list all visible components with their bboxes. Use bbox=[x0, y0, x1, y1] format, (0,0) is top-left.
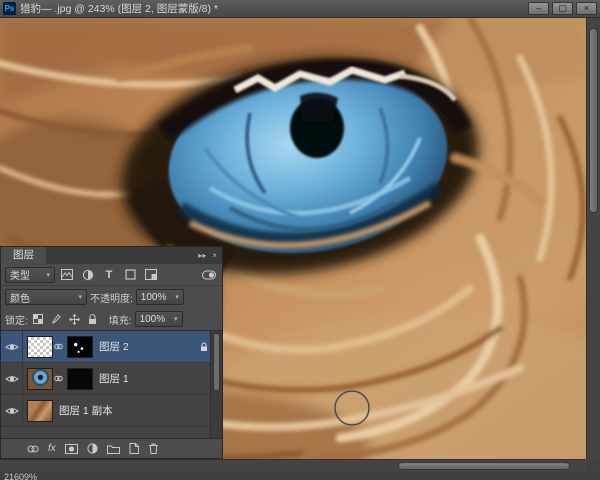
restore-button[interactable]: ▢ bbox=[552, 2, 573, 15]
blend-mode-dropdown[interactable]: 颜色 ▾ bbox=[5, 289, 87, 305]
mask-link-icon bbox=[53, 343, 63, 350]
layer-mask-thumbnail[interactable] bbox=[67, 368, 93, 390]
layer-list: 图层 2 图层 1 图 bbox=[1, 330, 222, 438]
filter-type-label: 类型 bbox=[10, 267, 30, 282]
chevron-down-icon: ▾ bbox=[175, 293, 179, 301]
layer-name[interactable]: 图层 1 副本 bbox=[59, 403, 113, 418]
delete-layer-icon[interactable] bbox=[148, 443, 159, 454]
layers-panel-toolbar: fx bbox=[1, 438, 222, 458]
layer-mask-thumbnail[interactable] bbox=[67, 336, 93, 358]
lock-fill-row: 锁定: 填充: 100% ▾ bbox=[1, 308, 222, 330]
layer-filter-row: 类型 ▾ T bbox=[1, 264, 222, 286]
lock-all-icon[interactable] bbox=[85, 311, 100, 327]
panel-close-icon[interactable]: × bbox=[212, 251, 217, 260]
window-controls: – ▢ × bbox=[528, 2, 597, 15]
blend-mode-value: 颜色 bbox=[10, 290, 30, 305]
eye-icon bbox=[5, 406, 19, 416]
scrollbar-corner bbox=[586, 459, 600, 472]
photoshop-window: Ps 猎豹— .jpg @ 243% (图层 2, 图层蒙版/8) * – ▢ … bbox=[0, 0, 600, 480]
visibility-toggle[interactable] bbox=[1, 363, 23, 394]
mask-link-icon bbox=[53, 375, 63, 382]
status-bar: 21609% bbox=[0, 472, 600, 480]
opacity-label: 不透明度: bbox=[90, 290, 133, 305]
layer-list-scrollbar[interactable] bbox=[210, 331, 222, 438]
horizontal-scrollbar[interactable] bbox=[0, 459, 586, 472]
adjustment-layer-filter-icon[interactable] bbox=[79, 267, 97, 283]
layer-style-icon[interactable]: fx bbox=[48, 443, 56, 454]
visibility-toggle[interactable] bbox=[1, 331, 23, 362]
eye-icon bbox=[5, 342, 19, 352]
tab-layers[interactable]: 图层 bbox=[1, 247, 46, 264]
layer-row-layer1-copy[interactable]: 图层 1 副本 bbox=[1, 395, 222, 427]
lock-transparency-icon[interactable] bbox=[31, 311, 46, 327]
layer-name[interactable]: 图层 1 bbox=[99, 371, 129, 386]
lock-position-icon[interactable] bbox=[67, 311, 82, 327]
layer-thumbnail[interactable] bbox=[27, 336, 53, 358]
minimize-button[interactable]: – bbox=[528, 2, 549, 15]
zoom-level[interactable]: 21609% bbox=[4, 472, 37, 480]
add-layer-mask-icon[interactable] bbox=[65, 444, 78, 454]
fill-label: 填充: bbox=[109, 312, 132, 327]
layer-thumbnail[interactable] bbox=[27, 400, 53, 422]
chevron-down-icon: ▾ bbox=[46, 271, 50, 279]
new-adjustment-layer-icon[interactable] bbox=[87, 443, 98, 454]
horizontal-scrollbar-thumb[interactable] bbox=[398, 462, 570, 470]
opacity-value: 100% bbox=[141, 292, 167, 303]
vertical-scrollbar-thumb[interactable] bbox=[589, 28, 598, 213]
fill-value: 100% bbox=[140, 314, 166, 325]
window-title: 猎豹— .jpg @ 243% (图层 2, 图层蒙版/8) * bbox=[20, 1, 524, 16]
layer-list-scrollbar-thumb[interactable] bbox=[213, 333, 220, 391]
link-layers-icon[interactable] bbox=[27, 445, 39, 453]
chevron-down-icon: ▾ bbox=[78, 293, 82, 301]
layer-row-layer2[interactable]: 图层 2 bbox=[1, 331, 222, 363]
smart-object-filter-icon[interactable] bbox=[142, 267, 160, 283]
chevron-down-icon: ▾ bbox=[174, 315, 178, 323]
filter-type-dropdown[interactable]: 类型 ▾ bbox=[5, 267, 55, 283]
lock-label: 锁定: bbox=[5, 312, 28, 327]
layer-row-layer1[interactable]: 图层 1 bbox=[1, 363, 222, 395]
visibility-toggle[interactable] bbox=[1, 395, 23, 426]
fill-dropdown[interactable]: 100% ▾ bbox=[135, 311, 183, 327]
panel-collapse-icon[interactable]: ▸▸ bbox=[198, 251, 206, 260]
close-button[interactable]: × bbox=[576, 2, 597, 15]
layers-panel-tabbar: 图层 ▸▸ × bbox=[1, 247, 222, 264]
opacity-dropdown[interactable]: 100% ▾ bbox=[136, 289, 184, 305]
filter-toggle-icon[interactable] bbox=[200, 267, 218, 283]
pixel-layer-filter-icon[interactable] bbox=[58, 267, 76, 283]
lock-pixels-icon[interactable] bbox=[49, 311, 64, 327]
layers-panel: 图层 ▸▸ × 类型 ▾ T bbox=[0, 246, 223, 459]
photoshop-app-icon: Ps bbox=[3, 2, 16, 15]
vertical-scrollbar[interactable] bbox=[586, 18, 600, 459]
new-layer-icon[interactable] bbox=[129, 443, 139, 454]
new-group-icon[interactable] bbox=[107, 444, 120, 454]
layer-thumbnail[interactable] bbox=[27, 368, 53, 390]
layer-name[interactable]: 图层 2 bbox=[99, 339, 129, 354]
lock-icon bbox=[200, 342, 208, 352]
eye-icon bbox=[5, 374, 19, 384]
type-layer-filter-icon[interactable]: T bbox=[100, 267, 118, 283]
titlebar[interactable]: Ps 猎豹— .jpg @ 243% (图层 2, 图层蒙版/8) * – ▢ … bbox=[0, 0, 600, 18]
shape-layer-filter-icon[interactable] bbox=[121, 267, 139, 283]
blend-opacity-row: 颜色 ▾ 不透明度: 100% ▾ bbox=[1, 286, 222, 308]
